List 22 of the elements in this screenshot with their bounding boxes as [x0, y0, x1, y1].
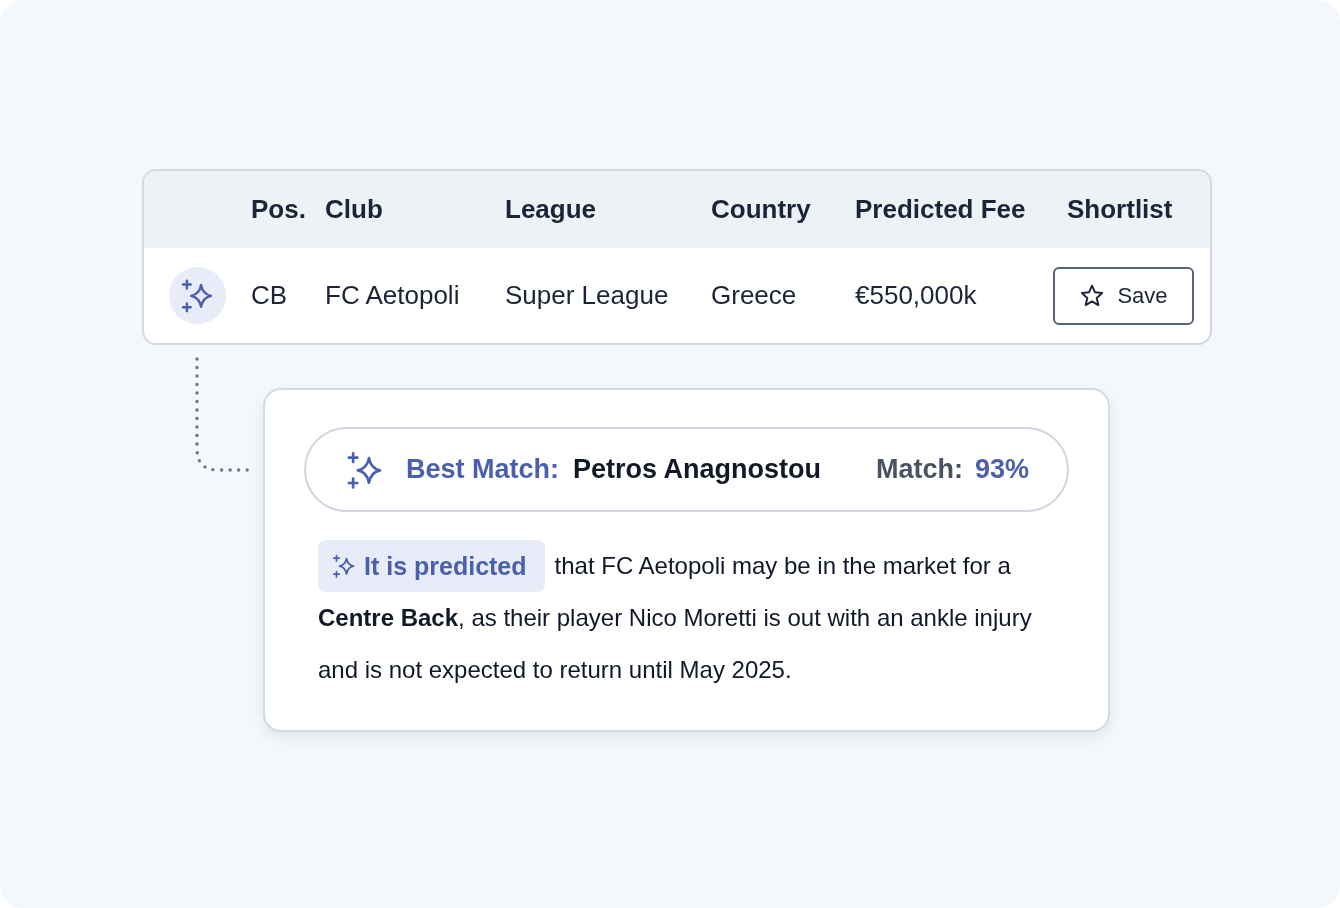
- star-icon: [1079, 282, 1106, 309]
- column-header: Country: [711, 194, 811, 224]
- table-cell: FC Aetopoli: [325, 280, 460, 310]
- table-cell: CB: [251, 280, 288, 310]
- match-label: Match:: [875, 454, 963, 485]
- save-button[interactable]: Save: [1053, 266, 1194, 325]
- sparkle-icon: [169, 267, 226, 324]
- prediction-text: It is predicted that FC Aetopoli may be in the market for a Centre Back, as their player Nico Moretti is out with an ankle injury and is not expected to return until May 2025.: [318, 540, 1055, 696]
- column-header: Pos.: [251, 194, 306, 224]
- column-header: Predicted Fee: [855, 194, 1026, 224]
- sparkle-icon: [332, 554, 356, 578]
- column-header: Club: [325, 194, 383, 224]
- table-cell: €550,000k: [855, 280, 977, 310]
- column-header: Shortlist: [1067, 194, 1173, 224]
- best-match-label: Best Match:: [406, 454, 560, 485]
- column-header: League: [505, 194, 597, 224]
- player-name: Petros Anagnostou: [573, 454, 823, 485]
- match-value: 93%: [974, 454, 1029, 485]
- tag-label: It is predicted: [364, 551, 527, 582]
- table-cell: Greece: [711, 280, 797, 310]
- table-cell: Super League: [505, 280, 669, 310]
- sparkle-icon: [346, 450, 384, 489]
